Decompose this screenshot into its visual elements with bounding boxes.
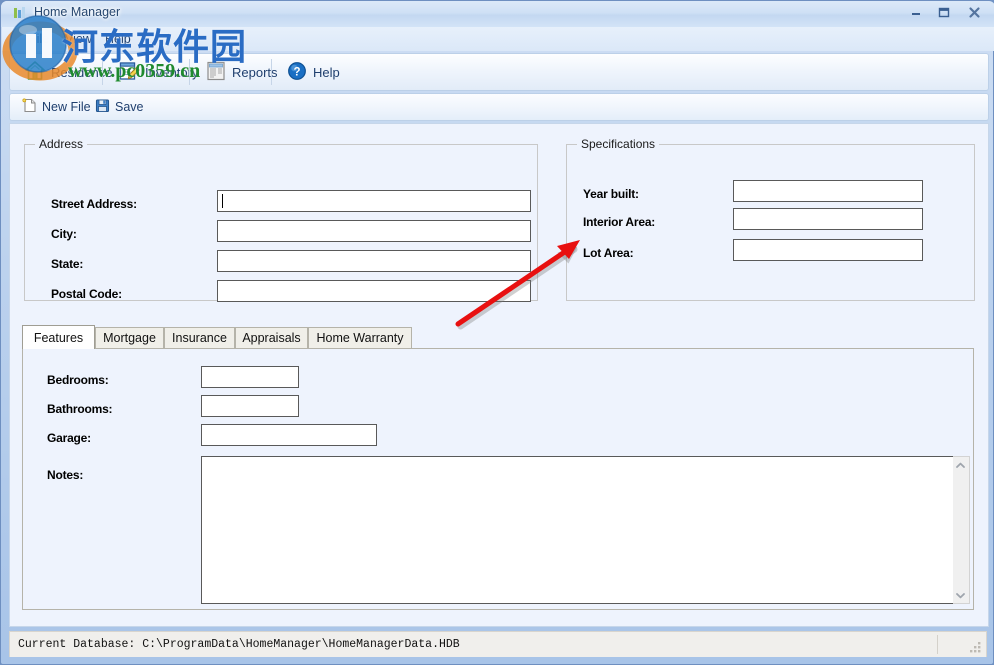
app-icon <box>13 6 28 21</box>
client-area: Address Street Address: City: State: Pos… <box>9 123 989 627</box>
house-icon <box>24 60 46 85</box>
toolbar-label-inventory: Inventory <box>145 65 198 80</box>
label-garage: Garage: <box>47 431 91 445</box>
label-interior-area: Interior Area: <box>583 215 655 229</box>
tab-insurance[interactable]: Insurance <box>164 327 235 348</box>
label-year-built: Year built: <box>583 187 639 201</box>
menu-item-help[interactable]: Help <box>98 31 138 47</box>
input-postal-code[interactable] <box>217 280 531 302</box>
input-garage[interactable] <box>201 424 377 446</box>
label-street-address: Street Address: <box>51 197 137 211</box>
status-bar: Current Database: C:\ProgramData\HomeMan… <box>9 631 987 657</box>
resize-grip[interactable] <box>969 641 982 654</box>
tab-page-features: Bedrooms: Bathrooms: Garage: Notes: <box>22 348 974 610</box>
label-notes: Notes: <box>47 468 83 482</box>
tab-label-mortgage: Mortgage <box>103 331 156 345</box>
status-separator <box>937 635 938 654</box>
specifications-group-title: Specifications <box>577 137 659 151</box>
scroll-up-icon[interactable] <box>953 457 968 473</box>
toolbar-button-new-file[interactable]: New File <box>15 96 97 117</box>
tab-label-insurance: Insurance <box>172 331 227 345</box>
toolbar-label-residence: Residence <box>51 65 112 80</box>
toolbar-separator <box>102 59 103 85</box>
new-file-icon <box>21 97 38 117</box>
status-database-path: Current Database: C:\ProgramData\HomeMan… <box>18 638 460 651</box>
input-year-built[interactable] <box>733 180 923 202</box>
input-notes[interactable] <box>201 456 954 604</box>
tab-appraisals[interactable]: Appraisals <box>235 327 308 348</box>
file-toolbar: New File Save <box>9 93 989 121</box>
tab-label-appraisals: Appraisals <box>242 331 300 345</box>
application-window: Home Manager File View Help <box>0 0 994 665</box>
tab-features[interactable]: Features <box>22 325 95 349</box>
svg-text:?: ? <box>293 66 300 78</box>
toolbar-separator <box>271 59 272 85</box>
window-title: Home Manager <box>34 5 120 19</box>
label-postal-code: Postal Code: <box>51 287 122 301</box>
details-tab-control: Features Mortgage Insurance Appraisals H… <box>22 327 974 610</box>
scroll-down-icon[interactable] <box>953 587 968 603</box>
notepad-pencil-icon <box>118 60 140 85</box>
address-group-title: Address <box>35 137 87 151</box>
label-lot-area: Lot Area: <box>583 246 633 260</box>
input-city[interactable] <box>217 220 531 242</box>
tab-home-warranty[interactable]: Home Warranty <box>308 327 412 348</box>
toolbar-label-new-file: New File <box>42 100 91 114</box>
menu-bar: File View Help <box>2 27 994 51</box>
label-bathrooms: Bathrooms: <box>47 402 112 416</box>
input-bathrooms[interactable] <box>201 395 299 417</box>
toolbar-button-residence[interactable]: Residence <box>16 57 120 87</box>
toolbar-separator <box>189 59 190 85</box>
input-bedrooms[interactable] <box>201 366 299 388</box>
report-document-icon <box>205 60 227 85</box>
toolbar-button-help[interactable]: ? Help <box>278 57 348 87</box>
toolbar-button-save[interactable]: Save <box>88 96 150 117</box>
maximize-button[interactable] <box>931 6 957 22</box>
label-city: City: <box>51 227 77 241</box>
close-button[interactable] <box>961 6 987 22</box>
input-interior-area[interactable] <box>733 208 923 230</box>
minimize-button[interactable] <box>903 6 929 22</box>
toolbar-label-help: Help <box>313 65 340 80</box>
main-toolbar: Residence Inventory <box>9 53 989 91</box>
tab-label-features: Features <box>34 331 83 345</box>
label-bedrooms: Bedrooms: <box>47 373 109 387</box>
menu-item-view[interactable]: View <box>58 31 99 47</box>
notes-scrollbar[interactable] <box>953 456 970 604</box>
text-caret <box>222 194 223 208</box>
specifications-groupbox: Specifications Year built: Interior Area… <box>566 144 975 301</box>
label-state: State: <box>51 257 83 271</box>
input-street-address[interactable] <box>217 190 531 212</box>
title-bar: Home Manager <box>1 1 994 27</box>
menu-item-file[interactable]: File <box>22 31 56 47</box>
address-groupbox: Address Street Address: City: State: Pos… <box>24 144 538 301</box>
tab-label-home-warranty: Home Warranty <box>316 331 403 345</box>
input-state[interactable] <box>217 250 531 272</box>
tab-mortgage[interactable]: Mortgage <box>95 327 164 348</box>
input-lot-area[interactable] <box>733 239 923 261</box>
toolbar-button-reports[interactable]: Reports <box>197 57 286 87</box>
toolbar-label-save: Save <box>115 100 144 114</box>
help-question-icon: ? <box>286 60 308 85</box>
save-floppy-icon <box>94 97 111 117</box>
toolbar-button-inventory[interactable]: Inventory <box>110 57 206 87</box>
